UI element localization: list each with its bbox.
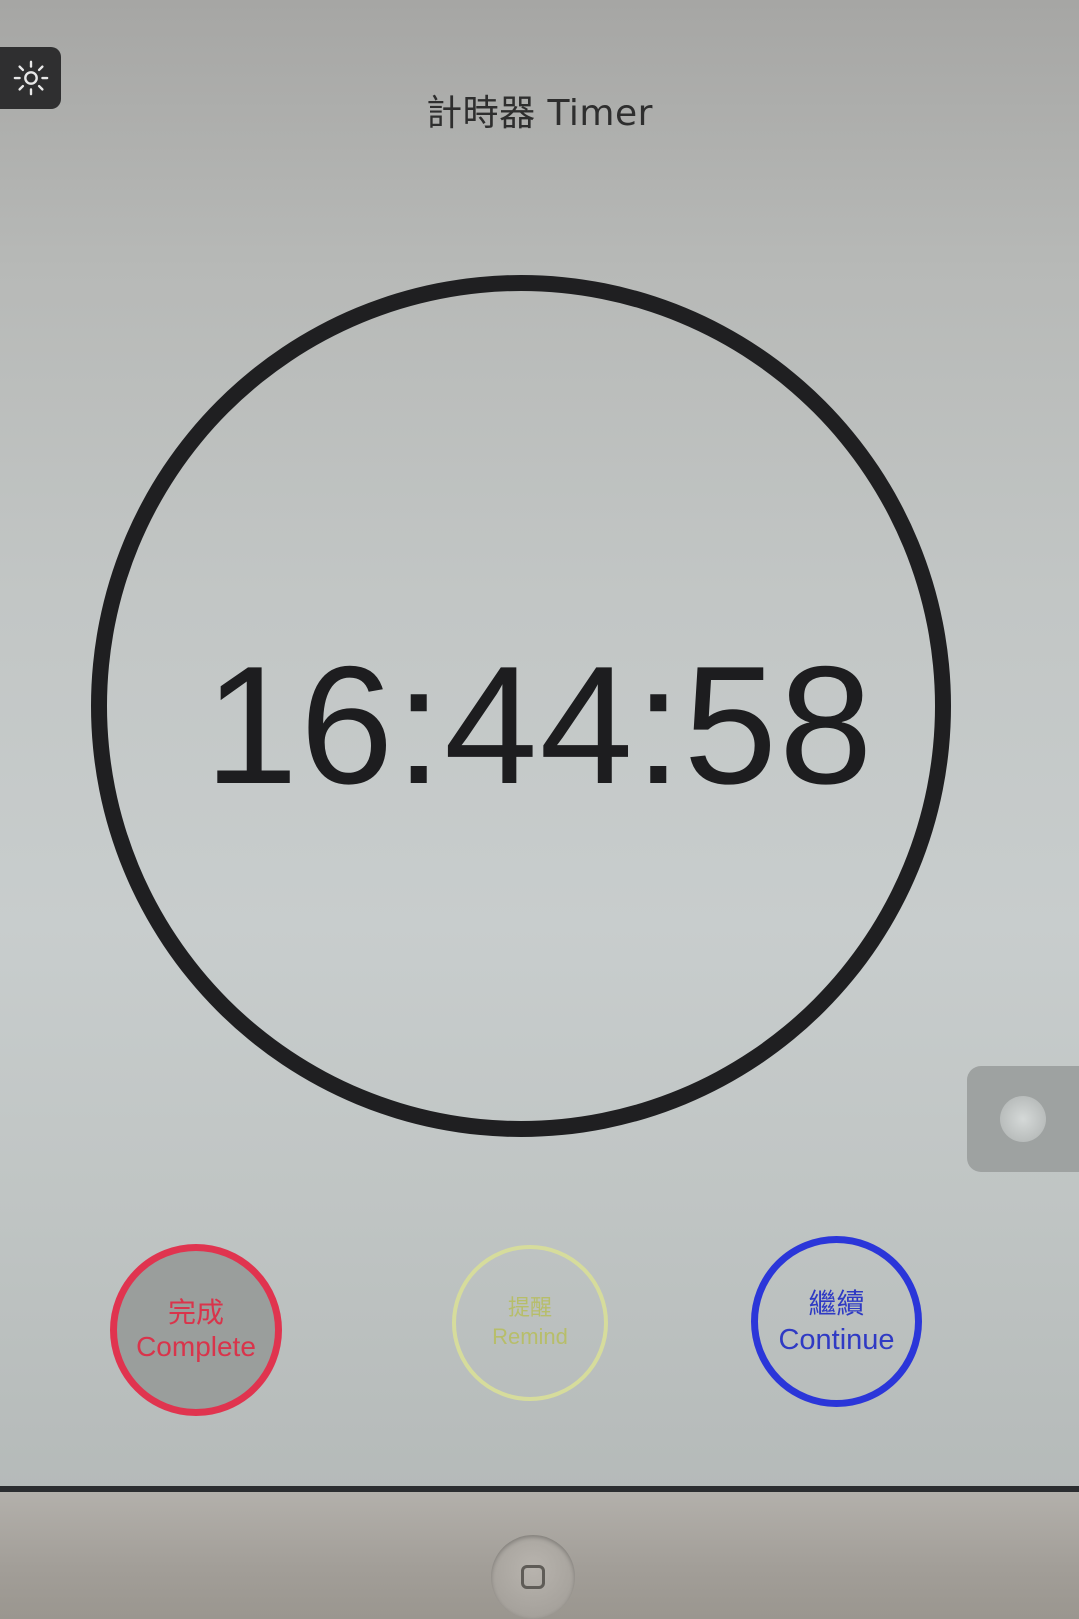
continue-label-en: Continue <box>778 1323 895 1356</box>
remind-label-zh: 提醒 <box>507 1296 552 1321</box>
home-button[interactable] <box>491 1535 575 1619</box>
page-title: 計時器 Timer <box>426 93 653 134</box>
continue-label-zh: 繼續 <box>808 1286 865 1320</box>
timer-display: 16:44:58 <box>204 631 875 819</box>
home-button-icon <box>521 1565 545 1589</box>
remind-label-en: Remind <box>492 1324 568 1349</box>
assistive-touch-icon <box>1000 1096 1046 1142</box>
complete-label-en: Complete <box>136 1331 256 1362</box>
timer-screen: 計時器 Timer 16:44:58 完成 Complete 提醒 Remind… <box>0 0 1079 1492</box>
remind-button[interactable]: 提醒 Remind <box>452 1245 608 1401</box>
complete-button[interactable]: 完成 Complete <box>110 1244 282 1416</box>
assistive-touch-button[interactable] <box>967 1066 1079 1172</box>
continue-button[interactable]: 繼續 Continue <box>751 1236 922 1407</box>
complete-label-zh: 完成 <box>167 1296 224 1329</box>
